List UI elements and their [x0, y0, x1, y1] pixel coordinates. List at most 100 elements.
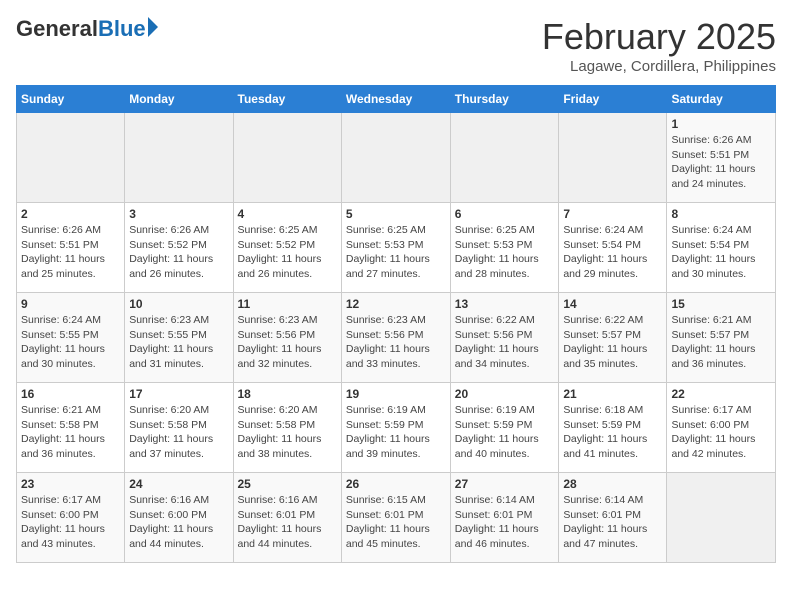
- day-number: 23: [21, 477, 120, 491]
- day-number: 7: [563, 207, 662, 221]
- calendar-day-header: Sunday: [17, 86, 125, 113]
- calendar-cell: 18 Sunrise: 6:20 AM Sunset: 5:58 PM Dayli…: [233, 383, 341, 473]
- calendar-cell: 8 Sunrise: 6:24 AM Sunset: 5:54 PM Daylig…: [667, 203, 776, 293]
- day-info: Sunrise: 6:14 AM Sunset: 6:01 PM Dayligh…: [455, 493, 555, 552]
- day-info: Sunrise: 6:21 AM Sunset: 5:58 PM Dayligh…: [21, 403, 120, 462]
- day-info: Sunrise: 6:22 AM Sunset: 5:57 PM Dayligh…: [563, 313, 662, 372]
- day-info: Sunrise: 6:23 AM Sunset: 5:56 PM Dayligh…: [238, 313, 337, 372]
- day-info: Sunrise: 6:19 AM Sunset: 5:59 PM Dayligh…: [455, 403, 555, 462]
- day-number: 15: [671, 297, 771, 311]
- day-info: Sunrise: 6:25 AM Sunset: 5:53 PM Dayligh…: [346, 223, 446, 282]
- page-header: General Blue February 2025 Lagawe, Cordi…: [16, 16, 776, 75]
- calendar-cell: 7 Sunrise: 6:24 AM Sunset: 5:54 PM Daylig…: [559, 203, 667, 293]
- calendar-week-row: 9 Sunrise: 6:24 AM Sunset: 5:55 PM Daylig…: [17, 293, 776, 383]
- day-info: Sunrise: 6:16 AM Sunset: 6:01 PM Dayligh…: [238, 493, 337, 552]
- calendar-day-header: Wednesday: [341, 86, 450, 113]
- calendar-cell: 27 Sunrise: 6:14 AM Sunset: 6:01 PM Dayli…: [450, 473, 559, 563]
- calendar-cell: 26 Sunrise: 6:15 AM Sunset: 6:01 PM Dayli…: [341, 473, 450, 563]
- day-info: Sunrise: 6:22 AM Sunset: 5:56 PM Dayligh…: [455, 313, 555, 372]
- calendar-cell: 20 Sunrise: 6:19 AM Sunset: 5:59 PM Dayli…: [450, 383, 559, 473]
- day-number: 6: [455, 207, 555, 221]
- day-number: 28: [563, 477, 662, 491]
- day-info: Sunrise: 6:16 AM Sunset: 6:00 PM Dayligh…: [129, 493, 228, 552]
- calendar-cell: 24Sunrise: 6:16 AM Sunset: 6:00 PM Dayli…: [125, 473, 233, 563]
- logo: General Blue: [16, 16, 158, 42]
- day-info: Sunrise: 6:20 AM Sunset: 5:58 PM Dayligh…: [238, 403, 337, 462]
- day-info: Sunrise: 6:24 AM Sunset: 5:55 PM Dayligh…: [21, 313, 120, 372]
- day-number: 21: [563, 387, 662, 401]
- calendar-cell: [559, 113, 667, 203]
- day-info: Sunrise: 6:26 AM Sunset: 5:51 PM Dayligh…: [21, 223, 120, 282]
- calendar-cell: 16 Sunrise: 6:21 AM Sunset: 5:58 PM Dayli…: [17, 383, 125, 473]
- day-info: Sunrise: 6:24 AM Sunset: 5:54 PM Dayligh…: [671, 223, 771, 282]
- day-number: 13: [455, 297, 555, 311]
- day-info: Sunrise: 6:26 AM Sunset: 5:52 PM Dayligh…: [129, 223, 228, 282]
- day-number: 20: [455, 387, 555, 401]
- day-number: 26: [346, 477, 446, 491]
- calendar-cell: 5 Sunrise: 6:25 AM Sunset: 5:53 PM Daylig…: [341, 203, 450, 293]
- calendar-cell: [667, 473, 776, 563]
- day-number: 19: [346, 387, 446, 401]
- calendar-cell: 22 Sunrise: 6:17 AM Sunset: 6:00 PM Dayli…: [667, 383, 776, 473]
- day-number: 1: [671, 117, 771, 131]
- calendar-day-header: Tuesday: [233, 86, 341, 113]
- calendar-cell: 1 Sunrise: 6:26 AM Sunset: 5:51 PM Daylig…: [667, 113, 776, 203]
- month-title: February 2025: [542, 16, 776, 58]
- calendar-week-row: 16 Sunrise: 6:21 AM Sunset: 5:58 PM Dayli…: [17, 383, 776, 473]
- calendar-week-row: 1 Sunrise: 6:26 AM Sunset: 5:51 PM Daylig…: [17, 113, 776, 203]
- calendar-header-row: SundayMondayTuesdayWednesdayThursdayFrid…: [17, 86, 776, 113]
- calendar-day-header: Monday: [125, 86, 233, 113]
- day-number: 10: [129, 297, 228, 311]
- day-info: Sunrise: 6:25 AM Sunset: 5:52 PM Dayligh…: [238, 223, 337, 282]
- calendar-cell: 10Sunrise: 6:23 AM Sunset: 5:55 PM Dayli…: [125, 293, 233, 383]
- day-number: 3: [129, 207, 228, 221]
- calendar-cell: 4 Sunrise: 6:25 AM Sunset: 5:52 PM Daylig…: [233, 203, 341, 293]
- day-number: 4: [238, 207, 337, 221]
- calendar-cell: 3 Sunrise: 6:26 AM Sunset: 5:52 PM Daylig…: [125, 203, 233, 293]
- day-number: 22: [671, 387, 771, 401]
- day-number: 9: [21, 297, 120, 311]
- day-info: Sunrise: 6:26 AM Sunset: 5:51 PM Dayligh…: [671, 133, 771, 192]
- day-info: Sunrise: 6:18 AM Sunset: 5:59 PM Dayligh…: [563, 403, 662, 462]
- day-number: 27: [455, 477, 555, 491]
- calendar-day-header: Saturday: [667, 86, 776, 113]
- day-number: 2: [21, 207, 120, 221]
- day-number: 8: [671, 207, 771, 221]
- day-number: 17: [129, 387, 228, 401]
- day-number: 25: [238, 477, 337, 491]
- calendar-cell: 21 Sunrise: 6:18 AM Sunset: 5:59 PM Dayli…: [559, 383, 667, 473]
- calendar-cell: [341, 113, 450, 203]
- calendar-cell: 19 Sunrise: 6:19 AM Sunset: 5:59 PM Dayli…: [341, 383, 450, 473]
- day-number: 5: [346, 207, 446, 221]
- logo-blue: Blue: [98, 16, 146, 42]
- calendar-cell: 17Sunrise: 6:20 AM Sunset: 5:58 PM Dayli…: [125, 383, 233, 473]
- logo-general: General: [16, 16, 98, 42]
- day-number: 18: [238, 387, 337, 401]
- calendar-cell: [17, 113, 125, 203]
- day-number: 11: [238, 297, 337, 311]
- day-number: 16: [21, 387, 120, 401]
- calendar-table: SundayMondayTuesdayWednesdayThursdayFrid…: [16, 85, 776, 563]
- calendar-week-row: 23 Sunrise: 6:17 AM Sunset: 6:00 PM Dayli…: [17, 473, 776, 563]
- calendar-cell: 12Sunrise: 6:23 AM Sunset: 5:56 PM Dayli…: [341, 293, 450, 383]
- day-info: Sunrise: 6:17 AM Sunset: 6:00 PM Dayligh…: [21, 493, 120, 552]
- calendar-cell: 15Sunrise: 6:21 AM Sunset: 5:57 PM Dayli…: [667, 293, 776, 383]
- day-info: Sunrise: 6:14 AM Sunset: 6:01 PM Dayligh…: [563, 493, 662, 552]
- day-info: Sunrise: 6:24 AM Sunset: 5:54 PM Dayligh…: [563, 223, 662, 282]
- calendar-cell: 6Sunrise: 6:25 AM Sunset: 5:53 PM Daylig…: [450, 203, 559, 293]
- calendar-cell: 11 Sunrise: 6:23 AM Sunset: 5:56 PM Dayli…: [233, 293, 341, 383]
- logo-triangle-icon: [148, 17, 158, 37]
- calendar-cell: 25 Sunrise: 6:16 AM Sunset: 6:01 PM Dayli…: [233, 473, 341, 563]
- calendar-cell: 2 Sunrise: 6:26 AM Sunset: 5:51 PM Daylig…: [17, 203, 125, 293]
- calendar-cell: 14 Sunrise: 6:22 AM Sunset: 5:57 PM Dayli…: [559, 293, 667, 383]
- day-info: Sunrise: 6:15 AM Sunset: 6:01 PM Dayligh…: [346, 493, 446, 552]
- day-number: 14: [563, 297, 662, 311]
- calendar-cell: 13 Sunrise: 6:22 AM Sunset: 5:56 PM Dayli…: [450, 293, 559, 383]
- day-info: Sunrise: 6:19 AM Sunset: 5:59 PM Dayligh…: [346, 403, 446, 462]
- calendar-day-header: Thursday: [450, 86, 559, 113]
- calendar-cell: 23 Sunrise: 6:17 AM Sunset: 6:00 PM Dayli…: [17, 473, 125, 563]
- day-info: Sunrise: 6:17 AM Sunset: 6:00 PM Dayligh…: [671, 403, 771, 462]
- calendar-cell: [450, 113, 559, 203]
- calendar-day-header: Friday: [559, 86, 667, 113]
- calendar-cell: 9 Sunrise: 6:24 AM Sunset: 5:55 PM Daylig…: [17, 293, 125, 383]
